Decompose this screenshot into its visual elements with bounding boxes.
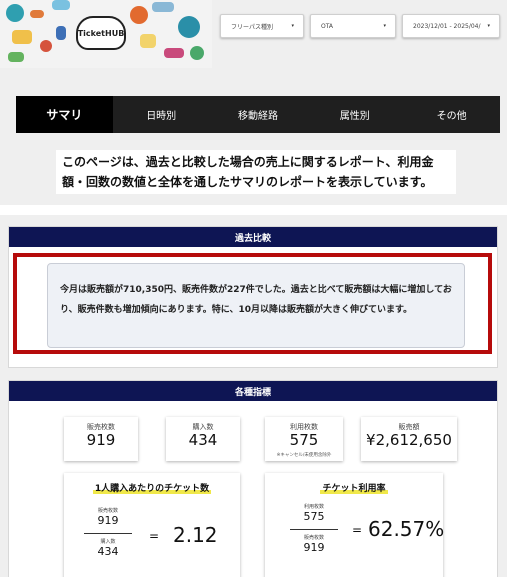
divider	[0, 205, 507, 215]
past-comparison-summary: 今月は販売額が710,350円、販売件数が227件でした。過去と比べて販売額は大…	[47, 263, 465, 348]
equals-sign: =	[352, 523, 363, 537]
pass-type-select-value: フリーパス種別	[231, 23, 273, 31]
metric-value: 575	[289, 431, 319, 449]
metric-card-sold-count: 販売枚数 919	[64, 417, 138, 461]
metrics-header: 各種指標	[9, 381, 497, 401]
numerator-label: 利用枚数	[303, 504, 324, 510]
metric-card-sales-amount: 販売額 ¥2,612,650	[361, 417, 457, 461]
tab-route[interactable]: 移動経路	[210, 96, 307, 133]
chevron-down-icon: ▾	[383, 23, 386, 29]
metric-card-used-count: 利用枚数 575 ※キャンセル/未使用含除外	[265, 417, 343, 461]
tickets-per-purchase-title: 1人購入あたりのチケット数	[92, 484, 212, 494]
tab-other[interactable]: その他	[403, 96, 500, 133]
highlight-frame: 今月は販売額が710,350円、販売件数が227件でした。過去と比べて販売額は大…	[13, 253, 492, 354]
denominator-label: 購入数	[100, 539, 116, 545]
past-comparison-header: 過去比較	[9, 227, 497, 247]
fraction-bar	[290, 529, 338, 530]
page-description: このページは、過去と比較した場合の売上に関するレポート、利用金額・回数の数値と全…	[56, 150, 456, 194]
chevron-down-icon: ▾	[487, 23, 490, 29]
metric-note: ※キャンセル/未使用含除外	[276, 453, 332, 458]
fraction-bar	[84, 533, 132, 534]
metric-value: 919	[86, 431, 116, 449]
tickets-per-purchase-value: 2.12	[173, 523, 218, 547]
usage-rate-title: チケット利用率	[320, 484, 388, 494]
denominator-value: 919	[303, 541, 325, 554]
numerator-value: 919	[97, 514, 119, 527]
fraction: 販売枚数 919 購入数 434	[84, 507, 132, 558]
date-range-select[interactable]: 2023/12/01 - 2025/04/ ▾	[402, 14, 500, 38]
metric-card-purchase-count: 購入数 434	[166, 417, 240, 461]
past-comparison-section: 過去比較 今月は販売額が710,350円、販売件数が227件でした。過去と比べて…	[8, 226, 498, 368]
numerator-label: 販売枚数	[97, 508, 118, 514]
tickethub-logo[interactable]: TicketHUB	[76, 16, 126, 50]
tab-by-time[interactable]: 日時別	[113, 96, 210, 133]
metric-value: 434	[188, 431, 218, 449]
header-banner: TicketHUB	[0, 0, 212, 68]
fraction: 利用枚数 575 販売枚数 919	[290, 503, 338, 554]
date-range-select-value: 2023/12/01 - 2025/04/	[413, 22, 481, 30]
denominator-label: 販売枚数	[303, 535, 324, 541]
ota-select[interactable]: OTA ▾	[310, 14, 396, 38]
numerator-value: 575	[303, 510, 325, 523]
report-tabs: サマリ 日時別 移動経路 属性別 その他	[16, 96, 500, 133]
denominator-value: 434	[97, 545, 119, 558]
tab-attributes[interactable]: 属性別	[306, 96, 403, 133]
metrics-section: 各種指標 販売枚数 919 購入数 434 利用枚数 575 ※キャンセル/未使…	[8, 380, 498, 577]
ota-select-value: OTA	[321, 22, 334, 30]
equals-sign: =	[149, 529, 160, 543]
usage-rate-value: 62.57%	[368, 517, 445, 541]
pass-type-select[interactable]: フリーパス種別 ▾	[220, 14, 304, 38]
chevron-down-icon: ▾	[291, 23, 294, 29]
metric-value: ¥2,612,650	[366, 431, 452, 449]
usage-rate-card: チケット利用率 利用枚数 575 販売枚数 919 = 62.57%	[265, 473, 445, 577]
tab-summary[interactable]: サマリ	[16, 96, 113, 133]
tickets-per-purchase-card: 1人購入あたりのチケット数 販売枚数 919 購入数 434 = 2.12	[64, 473, 240, 577]
